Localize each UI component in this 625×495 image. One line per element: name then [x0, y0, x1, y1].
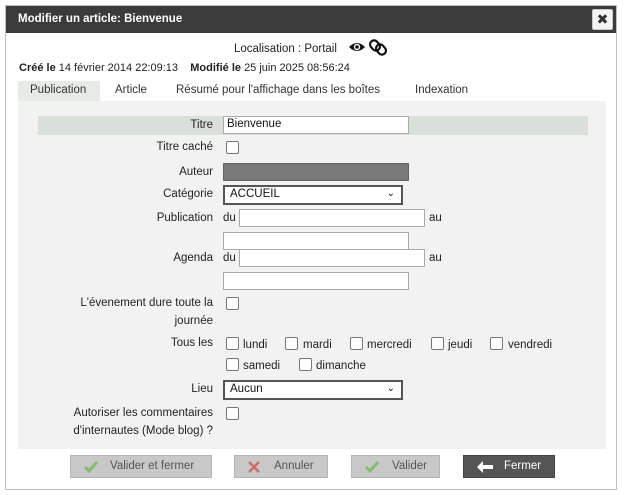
day-checkbox-dimanche[interactable] [299, 358, 312, 371]
publication-label: Publication [156, 212, 213, 224]
dialog-titlebar: Modifier un article: Bienvenue ✖ [6, 6, 616, 33]
day-checkbox-mercredi[interactable] [350, 337, 363, 350]
day-checkbox-lundi[interactable] [226, 337, 239, 350]
check-icon [364, 460, 380, 477]
comments-label-line2: d'internautes (Mode blog) ? [73, 425, 213, 437]
tab-resume[interactable]: Résumé pour l'affichage dans les boîtes [176, 81, 380, 101]
created-value: 14 février 2014 22:09:13 [58, 62, 179, 74]
tab-indexation[interactable]: Indexation [415, 81, 468, 101]
publication-start-input[interactable] [239, 209, 425, 227]
titre-cache-label: Titre caché [156, 141, 213, 153]
chevron-down-icon: ⌄ [386, 383, 395, 394]
publication-end-input[interactable] [223, 232, 409, 250]
edit-article-dialog: Modifier un article: Bienvenue ✖ Localis… [5, 5, 617, 490]
day-checkbox-mardi[interactable] [285, 337, 298, 350]
comments-label-line1: Autoriser les commentaires [73, 407, 213, 419]
agenda-end-input[interactable] [223, 272, 409, 290]
titre-input[interactable]: Bienvenue [223, 116, 409, 134]
cross-icon [247, 460, 261, 477]
dialog-title: Modifier un article: Bienvenue [18, 13, 183, 25]
check-icon [83, 460, 99, 477]
agenda-au: au [429, 252, 442, 264]
tab-article[interactable]: Article [115, 81, 147, 101]
agenda-start-input[interactable] [239, 249, 425, 267]
day-label-mercredi: mercredi [367, 339, 412, 351]
back-arrow-icon [476, 460, 494, 477]
day-label-vendredi: vendredi [508, 339, 553, 351]
day-label-mardi: mardi [303, 339, 332, 351]
created-label: Créé le [19, 62, 56, 74]
close-dialog-button[interactable]: Fermer [463, 455, 555, 478]
dates-line: Créé le 14 février 2014 22:09:13 Modifié… [19, 62, 350, 74]
evenement-label-line1: L'évenement dure toute la [80, 297, 213, 309]
close-label: Fermer [504, 460, 542, 472]
day-label-lundi: lundi [243, 339, 268, 351]
close-icon: ✖ [596, 11, 609, 27]
location-text: Localisation : Portail [234, 43, 337, 55]
evenement-checkbox[interactable] [226, 297, 239, 310]
tab-bar: Publication Article Résumé pour l'affich… [18, 81, 606, 101]
day-label-dimanche: dimanche [316, 360, 366, 372]
day-checkbox-jeudi[interactable] [431, 337, 444, 350]
chevron-down-icon: ⌄ [386, 188, 395, 199]
categorie-label: Catégorie [163, 188, 213, 200]
link-icon[interactable] [368, 39, 388, 57]
cancel-button[interactable]: Annuler [234, 455, 328, 478]
auteur-label: Auteur [179, 166, 213, 178]
save-button[interactable]: Valider [351, 455, 440, 478]
modified-value: 25 juin 2025 08:56:24 [244, 62, 350, 74]
day-checkbox-samedi[interactable] [226, 358, 239, 371]
modified-label: Modifié le [190, 62, 241, 74]
publication-au: au [429, 212, 442, 224]
comments-checkbox[interactable] [226, 407, 239, 420]
agenda-du: du [223, 252, 236, 264]
titre-cache-checkbox[interactable] [226, 141, 239, 154]
categorie-value: ACCUEIL [230, 188, 280, 200]
categorie-select[interactable]: ACCUEIL ⌄ [223, 185, 403, 205]
save-label: Valider [392, 460, 427, 472]
day-label-jeudi: jeudi [448, 339, 473, 351]
save-and-close-label: Valider et fermer [110, 460, 195, 472]
eye-icon[interactable] [349, 43, 365, 51]
tous-les-label: Tous les [170, 337, 213, 349]
lieu-label: Lieu [191, 383, 213, 395]
tab-publication[interactable]: Publication [18, 81, 100, 101]
auteur-input [223, 163, 409, 181]
publication-du: du [223, 212, 236, 224]
agenda-label: Agenda [173, 252, 213, 264]
cancel-label: Annuler [274, 460, 314, 472]
publication-panel: Titre Bienvenue Titre caché Auteur Catég… [18, 101, 606, 449]
location-icons [348, 37, 390, 60]
day-label-samedi: samedi [243, 360, 281, 372]
lieu-select[interactable]: Aucun ⌄ [223, 380, 403, 400]
evenement-label-line2: journée [174, 315, 213, 327]
titre-label: Titre [190, 119, 213, 131]
lieu-value: Aucun [230, 383, 263, 395]
day-checkbox-vendredi[interactable] [490, 337, 503, 350]
close-button[interactable]: ✖ [592, 9, 613, 30]
save-and-close-button[interactable]: Valider et fermer [70, 455, 212, 478]
